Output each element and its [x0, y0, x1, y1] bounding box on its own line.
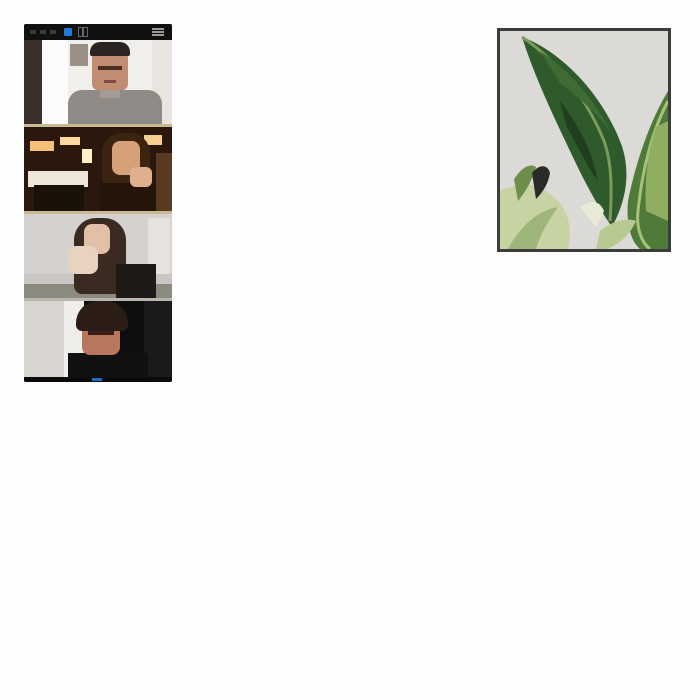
- photo-frame: [497, 28, 671, 252]
- battery-icon: [50, 30, 56, 34]
- call-bottombar: [24, 377, 172, 382]
- call-topbar: [24, 24, 172, 40]
- banana-leaf-image: [500, 31, 668, 249]
- menu-icon[interactable]: [152, 28, 164, 36]
- participant-tile-4[interactable]: [24, 301, 172, 377]
- signal-icon: [30, 30, 36, 34]
- grid-view-icon[interactable]: [78, 27, 88, 37]
- wifi-icon: [40, 30, 46, 34]
- plant-photo: [500, 31, 668, 249]
- home-indicator: [92, 378, 102, 381]
- participant-tile-2[interactable]: [24, 127, 172, 211]
- participant-tile-3[interactable]: [24, 214, 172, 298]
- video-call-screenshot: [24, 24, 172, 382]
- camera-icon[interactable]: [64, 28, 72, 36]
- canvas: [0, 0, 700, 700]
- participant-tile-1[interactable]: [24, 40, 172, 124]
